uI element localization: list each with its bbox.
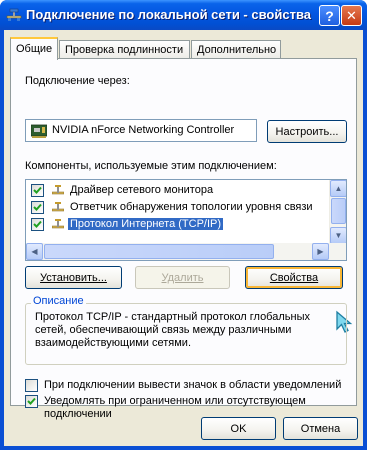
scroll-down-arrow-icon[interactable]: ▼ [330,227,346,244]
checkmark-icon [33,186,42,194]
tab-general-label: Общие [16,43,53,55]
tab-advanced[interactable]: Дополнительно [191,40,281,59]
notify-limited-checkbox[interactable] [25,395,38,408]
network-connection-icon [6,8,22,21]
properties-button[interactable]: Свойства [245,266,343,289]
ok-button[interactable]: OK [201,417,276,440]
components-label: Компоненты, используемые этим подключени… [25,160,277,172]
scroll-left-arrow-icon[interactable]: ◀ [26,243,43,260]
close-button[interactable]: ✕ [341,5,362,26]
uninstall-button-label: Удалить [161,271,204,284]
general-tab-panel: Подключение через: NVIDIA nForce Network… [10,58,357,420]
cancel-button[interactable]: Отмена [283,417,358,440]
configure-button[interactable]: Настроить... [267,120,347,143]
notify-limited-label-line1: Уведомлять при ограниченном или отсутств… [44,395,306,407]
component-checkbox[interactable] [31,218,44,231]
properties-dialog: Подключение по локальной сети - свойства… [0,0,367,450]
uninstall-button[interactable]: Удалить [135,266,230,289]
checkmark-icon [27,397,36,405]
network-component-icon [52,219,64,229]
tab-general[interactable]: Общие [10,37,58,60]
install-button[interactable]: Установить... [25,266,122,289]
configure-button-label: Настроить... [275,125,339,138]
window-title: Подключение по локальной сети - свойства [26,7,312,22]
install-button-label: Установить... [40,271,107,284]
network-component-icon [52,202,64,212]
notify-limited-label-line2: подключении [44,408,112,420]
scroll-right-arrow-icon[interactable]: ▶ [312,243,329,260]
close-icon: ✕ [346,7,357,23]
checkmark-icon [33,203,42,211]
component-checkbox[interactable] [31,201,44,214]
description-title: Описание [31,295,86,307]
list-item[interactable]: Драйвер сетевого монитора [26,182,330,199]
show-icon-label: При подключении вывести значок в области… [44,379,342,391]
list-item-selected[interactable]: Протокол Интернета (TCP/IP) [26,216,330,233]
checkmark-icon [33,220,42,228]
network-adapter-icon [31,124,47,138]
components-list[interactable]: Драйвер сетевого монитора Ответчик обнар… [25,179,347,261]
component-label: Драйвер сетевого монитора [70,184,214,196]
tab-authentication[interactable]: Проверка подлинности [59,40,190,59]
tab-advanced-label: Дополнительно [197,44,277,56]
title-bar[interactable]: Подключение по локальной сети - свойства… [0,0,367,30]
network-component-icon [52,185,64,195]
horizontal-scroll-thumb[interactable] [44,244,274,259]
dialog-client-area: Общие Проверка подлинности Дополнительно… [4,30,363,446]
adapter-name: NVIDIA nForce Networking Controller [52,124,235,136]
connect-using-label: Подключение через: [25,75,130,87]
component-checkbox[interactable] [31,184,44,197]
adapter-field: NVIDIA nForce Networking Controller [25,119,257,142]
horizontal-scrollbar[interactable]: ◀ ▶ [26,243,346,260]
show-icon-checkbox[interactable] [25,379,38,392]
list-item[interactable]: Ответчик обнаружения топологии уровня св… [26,199,330,216]
tab-authentication-label: Проверка подлинности [65,44,184,56]
vertical-scrollbar[interactable]: ▲ ▼ [329,180,346,244]
cancel-button-label: Отмена [300,422,341,435]
component-label: Протокол Интернета (TCP/IP) [68,218,224,230]
vertical-scroll-thumb[interactable] [331,198,346,224]
description-text: Протокол TCP/IP - стандартный протокол г… [35,311,310,349]
scroll-up-arrow-icon[interactable]: ▲ [330,180,346,197]
ok-button-label: OK [230,422,247,435]
help-icon: ? [325,7,334,24]
component-label: Ответчик обнаружения топологии уровня св… [70,201,313,213]
help-button[interactable]: ? [319,5,340,26]
properties-button-label: Свойства [269,271,319,284]
